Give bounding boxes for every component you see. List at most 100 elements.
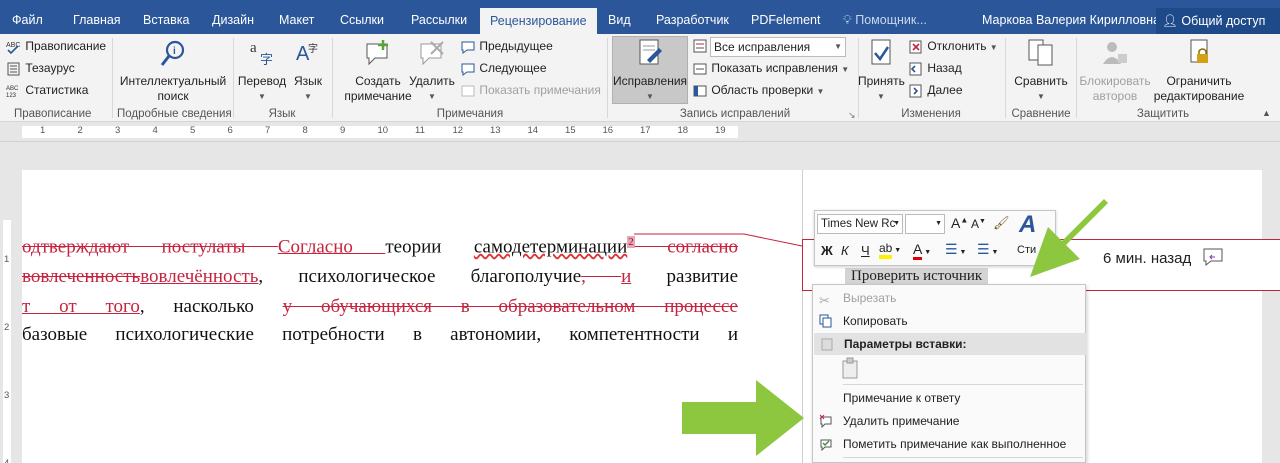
font-color-icon[interactable]: A ▼ (913, 241, 931, 260)
compare-button[interactable]: Сравнить ▼ (1010, 38, 1072, 104)
share-button[interactable]: 👤︎ Общий доступ (1156, 8, 1280, 34)
grow-font-icon[interactable]: A▲ (951, 215, 968, 231)
menu-separator (843, 384, 1083, 385)
highlight-color-icon[interactable]: ab ▼ (879, 241, 901, 259)
group-label-comments: Примечания (436, 108, 504, 120)
horizontal-ruler[interactable]: 1 2 3 4 5 6 7 8 9 10 11 12 13 14 15 16 17 18 19 (0, 122, 1280, 142)
vertical-ruler-number: 2 (4, 322, 10, 333)
group-separator (332, 38, 333, 118)
menu-item-cut[interactable]: ✂︎ Вырезать (813, 287, 1085, 309)
language-button[interactable]: A字 Язык ▼ (290, 38, 326, 104)
chevron-down-icon: ▼ (989, 43, 998, 52)
underline-button[interactable]: Ч (861, 243, 870, 258)
next-change-button[interactable]: Далее (908, 83, 963, 98)
italic-button[interactable]: К (841, 243, 849, 258)
tab-insert[interactable]: Вставка (143, 0, 189, 34)
smart-lookup-button[interactable]: i Интеллектуальный поиск (118, 38, 228, 104)
text-run: , психологическое благополучие (258, 266, 582, 287)
tab-view[interactable]: Вид (608, 0, 631, 34)
ruler-number: 5 (190, 125, 196, 136)
collapse-ribbon-icon[interactable]: ▲ (1262, 108, 1271, 118)
format-painter-icon[interactable]: 🖌︎ (993, 215, 1010, 231)
tracking-dialog-launcher-icon[interactable]: ↘ (848, 110, 856, 121)
translate-button[interactable]: a字 Перевод ▼ (236, 38, 288, 104)
previous-change-button[interactable]: Назад (908, 61, 962, 76)
shrink-font-icon[interactable]: A▼ (971, 217, 986, 231)
chevron-down-icon: ▼ (834, 42, 842, 51)
vertical-ruler-number: 4 (4, 458, 9, 463)
dropdown-arrow-icon: ▼ (646, 92, 654, 101)
inserted-text: вовлечённость (140, 266, 259, 287)
tab-layout[interactable]: Макет (279, 0, 314, 34)
tab-references[interactable]: Ссылки (340, 0, 384, 34)
tab-file[interactable]: Файл (12, 0, 43, 34)
delete-comment-icon (819, 413, 833, 435)
font-size-select[interactable]: ▼ (905, 214, 945, 234)
context-menu: ✂︎ Вырезать Копировать Параметры вставки… (812, 284, 1086, 463)
tab-design[interactable]: Дизайн (212, 0, 254, 34)
person-icon: 👤︎ (1162, 14, 1178, 28)
reviewing-pane-button[interactable]: Область проверки ▼ (692, 83, 824, 98)
deleted-text: вовлеченность (22, 266, 141, 287)
translate-icon: a字 (250, 40, 273, 68)
menu-item-mark-comment-done[interactable]: Пометить примечание как выполненное (813, 433, 1085, 455)
document-line-4[interactable]: базовые психологические потребности в ав… (22, 324, 738, 346)
block-authors-icon (1103, 42, 1127, 64)
green-arrow-annotation-icon (1030, 199, 1122, 277)
reject-button[interactable]: Отклонить ▼ (908, 39, 998, 54)
show-markup-button[interactable]: Показать исправления ▼ (692, 61, 849, 76)
bold-button[interactable]: Ж (821, 243, 833, 258)
next-comment-button[interactable]: Следующее (460, 61, 547, 76)
word-count-button[interactable]: ABC 123 Статистика (6, 83, 88, 98)
smart-lookup-icon: i (160, 40, 185, 66)
ribbon-tab-bar: Файл Главная Вставка Дизайн Макет Ссылки… (0, 0, 1280, 34)
ruler-number: 13 (490, 125, 501, 136)
new-comment-icon (366, 40, 388, 66)
tab-developer[interactable]: Разработчик (656, 0, 729, 34)
comment-text[interactable]: Проверить источник (845, 268, 989, 285)
tab-pdfelement[interactable]: PDFelement (751, 0, 820, 34)
show-comments-button[interactable]: Показать примечания (460, 83, 601, 98)
bullets-icon[interactable]: ☰ ▼ (945, 241, 966, 258)
previous-comment-button[interactable]: Предыдущее (460, 39, 553, 54)
delete-comment-button[interactable]: Удалить ▼ (406, 38, 458, 104)
menu-item-reply-comment[interactable]: Примечание к ответу (813, 387, 1085, 409)
block-authors-button[interactable]: Блокировать авторов (1078, 38, 1152, 104)
paste-keep-text-icon[interactable] (841, 357, 861, 384)
language-icon: A字 (296, 42, 318, 65)
copy-icon (819, 313, 833, 335)
user-name[interactable]: Маркова Валерия Кирилловна (982, 0, 1160, 34)
menu-item-delete-comment[interactable]: Удалить примечание (813, 410, 1085, 432)
track-changes-icon (639, 39, 662, 65)
font-name-select[interactable]: Times New Rc ▼ (817, 214, 903, 234)
tab-mailings[interactable]: Рассылки (411, 0, 467, 34)
thesaurus-button[interactable]: Тезаурус (6, 61, 75, 76)
tab-review[interactable]: Рецензирование (480, 8, 597, 34)
tell-me-search[interactable]: 💡︎ Помощник... (843, 0, 927, 34)
svg-text:ABC: ABC (6, 86, 19, 92)
menu-item-copy[interactable]: Копировать (813, 310, 1085, 332)
ruler-number: 14 (527, 125, 539, 136)
document-line-3[interactable]: т от того, насколько у обучающихся в обр… (22, 296, 738, 318)
svg-text:a: a (250, 40, 257, 56)
reply-comment-icon[interactable] (1201, 246, 1227, 268)
display-for-review-select[interactable]: Все исправления ▼ (710, 37, 846, 57)
restrict-editing-button[interactable]: Ограничить редактирование (1152, 38, 1246, 104)
group-label-proofing: Правописание (14, 108, 92, 120)
track-changes-button[interactable]: Исправления ▼ (612, 38, 688, 104)
ruler-number: 15 (565, 125, 576, 136)
spelling-button[interactable]: ABC Правописание (6, 39, 106, 54)
menu-separator (843, 457, 1083, 458)
document-line-2[interactable]: вовлеченностьвовлечённость, психологичес… (22, 266, 738, 288)
accept-button[interactable]: Принять ▼ (858, 38, 905, 104)
tab-home[interactable]: Главная (73, 0, 121, 34)
ruler-number: 19 (715, 125, 726, 136)
vertical-ruler[interactable]: 1 2 3 4 (0, 170, 14, 463)
document-line-1[interactable]: одтверждают постулаты Согласно теории са… (22, 236, 738, 258)
chevron-down-icon: ▼ (893, 220, 900, 227)
ruler-number: 11 (415, 125, 425, 136)
chevron-down-icon: ▼ (841, 65, 850, 74)
dropdown-arrow-icon: ▼ (1037, 92, 1045, 101)
numbering-icon[interactable]: ☰ ▼ (977, 241, 998, 258)
ruler-number: 3 (115, 125, 121, 136)
